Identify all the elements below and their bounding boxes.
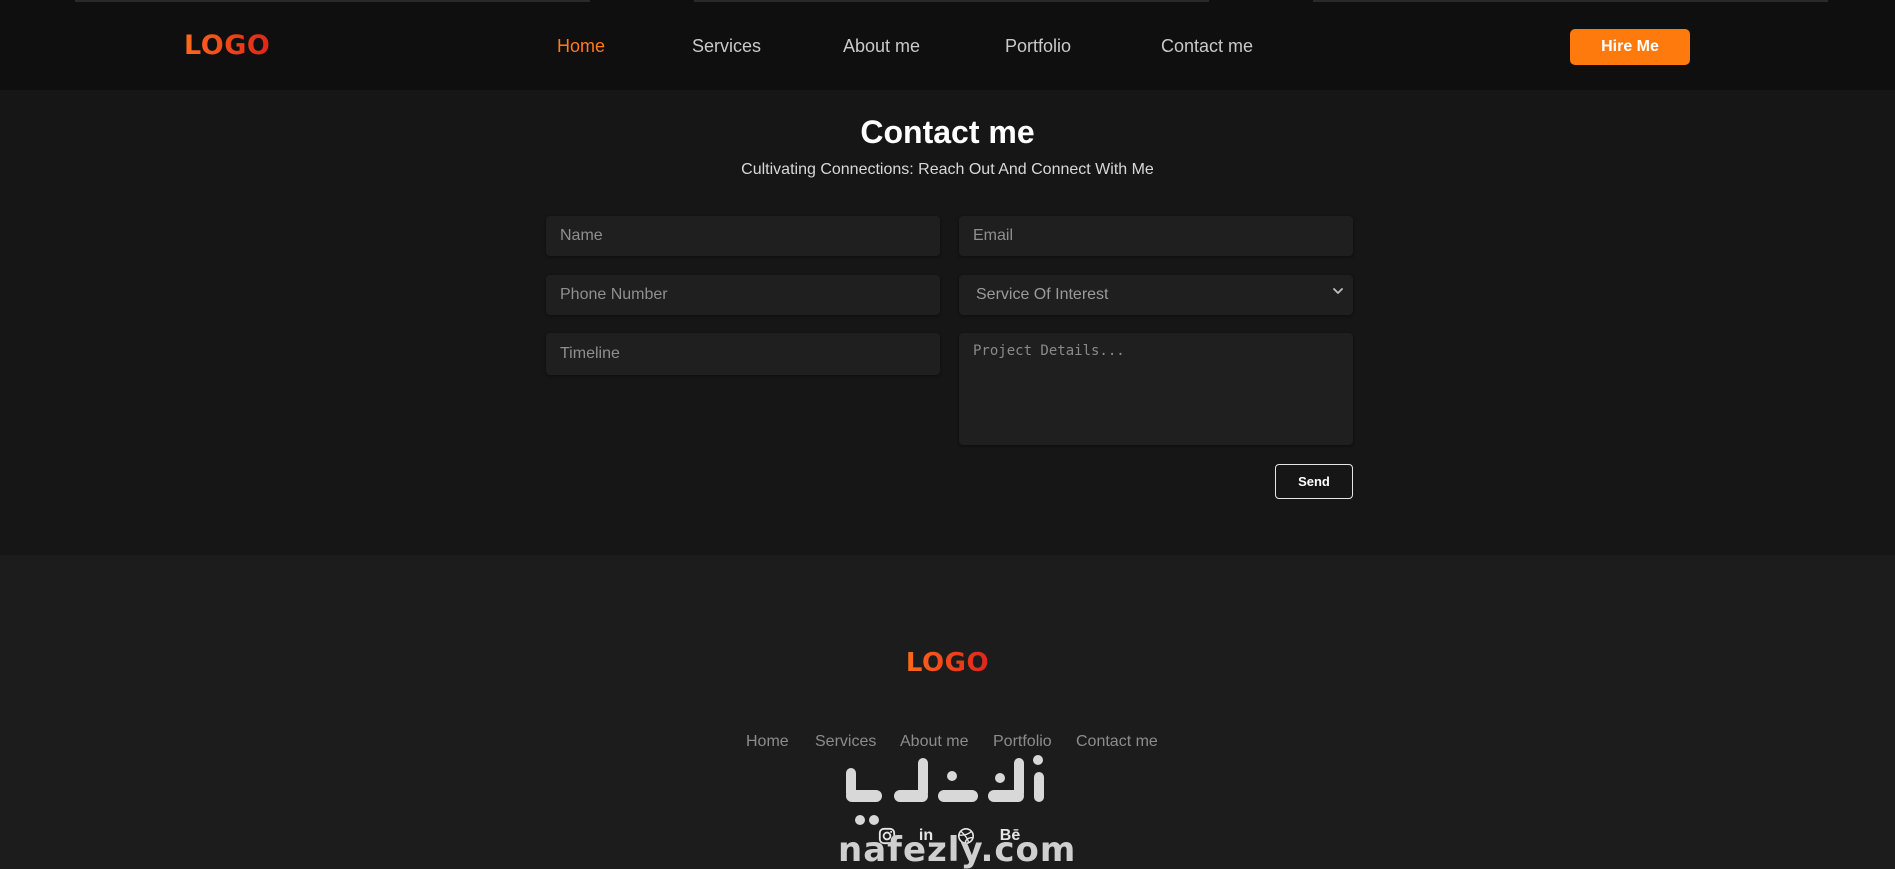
project-details-textarea[interactable] xyxy=(959,333,1353,445)
service-of-interest-select[interactable]: Service Of Interest xyxy=(959,275,1353,315)
email-input[interactable] xyxy=(959,216,1353,256)
footer-nav-portfolio[interactable]: Portfolio xyxy=(993,733,1052,751)
name-input[interactable] xyxy=(546,216,940,256)
footer-logo[interactable]: LOGO xyxy=(0,648,1895,678)
linkedin-icon[interactable]: in xyxy=(916,826,936,846)
site-footer: LOGO Home Services About me Portfolio Co… xyxy=(0,555,1895,869)
top-edge-strip xyxy=(694,0,1209,2)
nav-about-me[interactable]: About me xyxy=(843,36,920,57)
timeline-input[interactable] xyxy=(546,333,940,375)
nav-home[interactable]: Home xyxy=(557,36,605,57)
header-logo[interactable]: LOGO xyxy=(184,30,270,61)
footer-nav-about-me[interactable]: About me xyxy=(900,733,968,751)
behance-icon[interactable]: Bē xyxy=(997,826,1023,846)
instagram-icon[interactable] xyxy=(877,826,897,846)
top-edge-strip xyxy=(75,0,590,2)
nav-portfolio[interactable]: Portfolio xyxy=(1005,36,1071,57)
contact-title: Contact me xyxy=(860,114,1035,150)
hire-me-button[interactable]: Hire Me xyxy=(1570,29,1690,65)
site-header: LOGO Home Services About me Portfolio Co… xyxy=(0,0,1895,90)
contact-subtitle: Cultivating Connections: Reach Out And C… xyxy=(741,161,1154,178)
footer-nav-services[interactable]: Services xyxy=(815,733,876,751)
footer-nav-home[interactable]: Home xyxy=(746,733,789,751)
service-select-value: Service Of Interest xyxy=(976,286,1109,303)
footer-nav-contact-me[interactable]: Contact me xyxy=(1076,733,1158,751)
header-logo-text: LOGO xyxy=(184,30,271,61)
social-links: in Bē xyxy=(0,826,1895,846)
chevron-down-icon xyxy=(1333,288,1343,294)
dribbble-icon[interactable] xyxy=(956,826,976,846)
footer-nav: Home Services About me Portfolio Contact… xyxy=(0,733,1895,753)
footer-logo-text: LOGO xyxy=(905,648,990,678)
send-button[interactable]: Send xyxy=(1275,464,1353,499)
nav-contact-me[interactable]: Contact me xyxy=(1161,36,1253,57)
nav-services[interactable]: Services xyxy=(692,36,761,57)
top-edge-strip xyxy=(1313,0,1828,2)
phone-number-input[interactable] xyxy=(546,275,940,315)
